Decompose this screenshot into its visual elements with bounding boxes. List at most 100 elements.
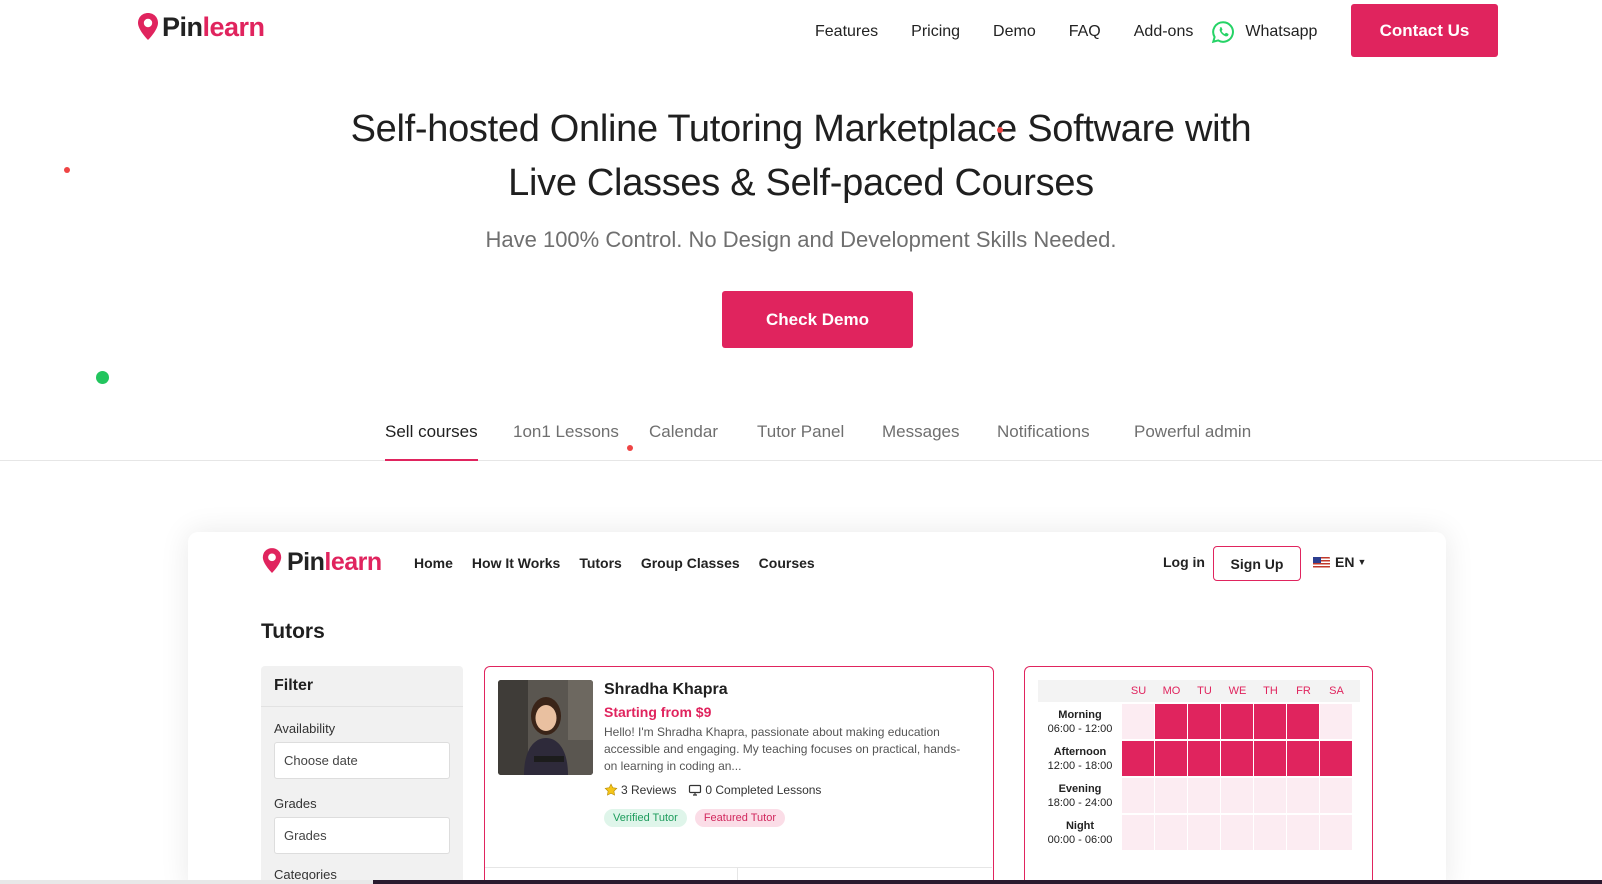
schedule-cell-unavailable	[1155, 815, 1187, 850]
time-slot-label: Evening 18:00 - 24:00	[1038, 782, 1122, 810]
nav-link-addons[interactable]: Add-ons	[1134, 20, 1194, 44]
hero-title-line2: Live Classes & Self-paced Courses	[508, 162, 1094, 204]
schedule-cell-available	[1254, 704, 1286, 739]
tutor-name[interactable]: Shradha Khapra	[604, 681, 728, 699]
availability-schedule: SU MO TU WE TH FR SA Morning 06:00 - 12:00 Aftern…	[1024, 666, 1373, 884]
page-bottom-bar	[373, 880, 1602, 884]
tutor-stats: 3 Reviews 0 Completed Lessons	[604, 783, 821, 797]
schedule-cell-available	[1155, 741, 1187, 776]
top-nav: Pinlearn Features Pricing Demo FAQ Add-o…	[0, 0, 1602, 64]
schedule-cell-unavailable	[1254, 778, 1286, 813]
day-header: FR	[1296, 685, 1311, 697]
caret-down-icon: ▼	[1357, 557, 1367, 567]
preview-nav-home[interactable]: Home	[414, 555, 453, 571]
hero-subtitle: Have 100% Control. No Design and Develop…	[485, 227, 1117, 252]
us-flag-icon	[1313, 556, 1330, 568]
decor-dot-red	[64, 167, 70, 173]
monitor-icon	[688, 783, 702, 797]
tutor-bio: Hello! I'm Shradha Khapra, passionate ab…	[604, 725, 961, 773]
day-header: SA	[1329, 685, 1344, 697]
day-header: TU	[1197, 685, 1212, 697]
tab-messages[interactable]: Messages	[882, 422, 959, 461]
schedule-cell-unavailable	[1320, 704, 1352, 739]
schedule-cell-unavailable	[1254, 815, 1286, 850]
hero-title-line1: Self-hosted Online Tutoring Marketplace …	[350, 108, 1252, 150]
schedule-cell-available	[1221, 741, 1253, 776]
time-slot-name: Morning	[1058, 709, 1102, 721]
schedule-cell-unavailable	[1155, 778, 1187, 813]
schedule-cell-available	[1287, 741, 1319, 776]
grades-label: Grades	[274, 796, 317, 811]
tab-tutor-panel[interactable]: Tutor Panel	[757, 422, 844, 461]
map-pin-icon	[261, 547, 285, 577]
map-pin-icon	[136, 12, 160, 42]
availability-date-input[interactable]: Choose date	[274, 742, 450, 779]
tab-notifications[interactable]: Notifications	[997, 422, 1090, 461]
tab-sell-courses[interactable]: Sell courses	[385, 422, 478, 461]
tab-powerful-admin[interactable]: Powerful admin	[1134, 422, 1251, 461]
tutor-completed-lessons: 0 Completed Lessons	[705, 783, 822, 797]
schedule-cell-available	[1188, 704, 1220, 739]
language-selector[interactable]: EN ▼	[1313, 554, 1366, 570]
time-slot-label: Afternoon 12:00 - 18:00	[1038, 745, 1122, 773]
schedule-cell-unavailable	[1221, 778, 1253, 813]
feature-tabs: Sell courses 1on1 Lessons Calendar Tutor…	[0, 415, 1602, 461]
preview-nav-how-it-works[interactable]: How It Works	[472, 555, 560, 571]
schedule-cell-unavailable	[1122, 704, 1154, 739]
tab-calendar[interactable]: Calendar	[649, 422, 718, 461]
schedule-cell-unavailable	[1287, 815, 1319, 850]
preview-signup-button[interactable]: Sign Up	[1213, 546, 1301, 581]
tutor-avatar	[498, 680, 593, 775]
nav-link-features[interactable]: Features	[815, 20, 878, 44]
card-divider	[485, 867, 992, 868]
schedule-cell-unavailable	[1122, 778, 1154, 813]
hero-title: Self-hosted Online Tutoring Marketplace …	[0, 102, 1602, 210]
preview-nav-group-classes[interactable]: Group Classes	[641, 555, 740, 571]
app-preview: Pinlearn Home How It Works Tutors Group …	[188, 532, 1446, 884]
tutor-reviews: 3 Reviews	[621, 783, 677, 797]
filter-panel: Filter Availability Choose date Grades G…	[261, 666, 463, 884]
preview-nav-courses[interactable]: Courses	[759, 555, 815, 571]
schedule-cell-available	[1254, 741, 1286, 776]
contact-us-button[interactable]: Contact Us	[1351, 4, 1498, 57]
schedule-cell-available	[1122, 741, 1154, 776]
time-slot-range: 00:00 - 06:00	[1047, 834, 1113, 846]
grades-select[interactable]: Grades	[274, 817, 450, 854]
preview-page-title: Tutors	[261, 620, 325, 643]
whatsapp-icon	[1211, 20, 1235, 44]
preview-nav: Home How It Works Tutors Group Classes C…	[414, 555, 834, 571]
time-slot-name: Afternoon	[1053, 746, 1107, 758]
nav-link-whatsapp[interactable]: Whatsapp	[1211, 20, 1317, 44]
whatsapp-label: Whatsapp	[1245, 23, 1318, 40]
tutor-price: Starting from $9	[604, 704, 712, 720]
check-demo-button[interactable]: Check Demo	[722, 291, 913, 348]
schedule-cell-unavailable	[1221, 815, 1253, 850]
preview-login-link[interactable]: Log in	[1163, 554, 1205, 570]
availability-label: Availability	[274, 721, 336, 736]
schedule-cell-available	[1155, 704, 1187, 739]
nav-link-faq[interactable]: FAQ	[1069, 20, 1101, 44]
nav-link-pricing[interactable]: Pricing	[911, 20, 960, 44]
star-icon	[604, 783, 618, 797]
day-header: TH	[1263, 685, 1278, 697]
time-slot-range: 12:00 - 18:00	[1047, 760, 1113, 772]
time-slot-label: Morning 06:00 - 12:00	[1038, 708, 1122, 736]
brand-logo[interactable]: Pinlearn	[136, 12, 265, 42]
day-header: SU	[1130, 685, 1147, 697]
featured-tutor-badge: Featured Tutor	[694, 809, 785, 827]
time-slot-range: 06:00 - 12:00	[1047, 723, 1113, 735]
time-slot-range: 18:00 - 24:00	[1047, 797, 1113, 809]
schedule-cell-available	[1287, 704, 1319, 739]
nav-link-demo[interactable]: Demo	[993, 20, 1036, 44]
language-code: EN	[1335, 554, 1355, 570]
schedule-cell-unavailable	[1188, 778, 1220, 813]
tutor-badges: Verified Tutor Featured Tutor	[604, 809, 793, 827]
preview-brand-name: Pinlearn	[287, 548, 382, 576]
tutor-card[interactable]: Shradha Khapra Starting from $9 Hello! I…	[484, 666, 994, 884]
day-header: WE	[1228, 685, 1247, 697]
schedule-cell-available	[1320, 741, 1352, 776]
tab-1on1-lessons[interactable]: 1on1 Lessons	[513, 422, 619, 461]
day-header: MO	[1162, 685, 1181, 697]
preview-nav-tutors[interactable]: Tutors	[579, 555, 622, 571]
time-slot-name: Evening	[1058, 783, 1102, 795]
